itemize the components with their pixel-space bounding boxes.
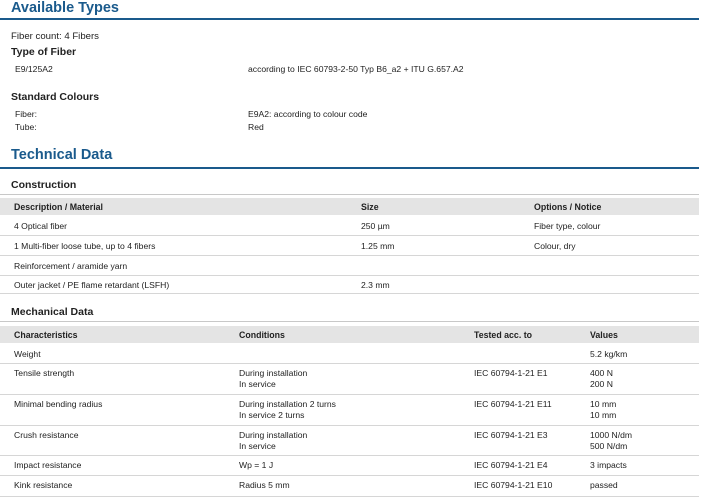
fiber-type-name: E9/125A2 — [15, 64, 53, 74]
tested-cell: IEC 60794-1-21 E10 — [474, 480, 553, 490]
characteristic-cell: Impact resistance — [14, 460, 82, 470]
construction-heading: Construction — [11, 179, 77, 191]
table-row: 4 Optical fiber 250 µm Fiber type, colou… — [0, 216, 699, 236]
table-row: Outer jacket / PE flame retardant (LSFH)… — [0, 276, 699, 294]
characteristic-cell: Tensile strength — [14, 368, 75, 378]
technical-data-title: Technical Data — [11, 147, 113, 163]
condition-cell: During installation — [239, 368, 308, 378]
column-header-characteristics: Characteristics — [14, 330, 78, 340]
value-cell: passed — [590, 480, 618, 490]
value-cell: 10 mm — [590, 410, 617, 420]
fiber-colour-label: Fiber: — [15, 109, 37, 119]
table-row: Tensile strength During installation In … — [0, 364, 699, 395]
value-cell: 10 mm — [590, 399, 617, 409]
condition-cell: In service — [239, 441, 276, 451]
type-of-fiber-heading: Type of Fiber — [11, 46, 77, 58]
tested-cell: IEC 60794-1-21 E4 — [474, 460, 548, 470]
column-header-description: Description / Material — [14, 202, 103, 212]
table-row: Kink resistance Radius 5 mm IEC 60794-1-… — [0, 476, 699, 497]
value-cell: 500 N/dm — [590, 441, 628, 451]
table-row: 1 Multi-fiber loose tube, up to 4 fibers… — [0, 236, 699, 256]
description-cell: Reinforcement / aramide yarn — [14, 261, 128, 271]
table-row: Minimal bending radius During installati… — [0, 395, 699, 426]
section-divider — [0, 18, 699, 20]
condition-cell: Wp = 1 J — [239, 460, 274, 470]
table-row: Crush resistance During installation In … — [0, 426, 699, 456]
available-types-section-title: Available Types — [0, 0, 699, 20]
characteristic-cell: Weight — [14, 349, 41, 359]
construction-table-header: Description / Material Size Options / No… — [0, 198, 699, 215]
condition-cell: Radius 5 mm — [239, 480, 290, 490]
condition-cell: During installation 2 turns — [239, 399, 336, 409]
characteristic-cell: Crush resistance — [14, 430, 79, 440]
section-divider — [0, 167, 699, 169]
table-row: Impact resistance Wp = 1 J IEC 60794-1-2… — [0, 456, 699, 476]
available-types-title: Available Types — [11, 0, 119, 16]
description-cell: Outer jacket / PE flame retardant (LSFH) — [14, 280, 170, 290]
options-cell: Fiber type, colour — [534, 221, 601, 231]
technical-data-section-title: Technical Data — [0, 147, 699, 169]
size-cell: 2.3 mm — [361, 280, 390, 290]
description-cell: 4 Optical fiber — [14, 221, 68, 231]
value-cell: 5.2 kg/km — [590, 349, 628, 359]
tube-colour-value: Red — [248, 122, 264, 132]
mechanical-table-header: Characteristics Conditions Tested acc. t… — [0, 326, 699, 343]
tested-cell: IEC 60794-1-21 E3 — [474, 430, 548, 440]
fiber-type-standard: according to IEC 60793-2-50 Typ B6_a2 + … — [248, 64, 464, 74]
column-header-options: Options / Notice — [534, 202, 602, 212]
table-row: Reinforcement / aramide yarn — [0, 256, 699, 276]
tested-cell: IEC 60794-1-21 E1 — [474, 368, 548, 378]
size-cell: 250 µm — [361, 221, 390, 231]
tube-colour-label: Tube: — [15, 122, 37, 132]
fiber-count: Fiber count: 4 Fibers — [11, 31, 99, 42]
fiber-colour-value: E9A2: according to colour code — [248, 109, 368, 119]
column-header-values: Values — [590, 330, 618, 340]
value-cell: 200 N — [590, 379, 613, 389]
condition-cell: In service 2 turns — [239, 410, 305, 420]
column-header-size: Size — [361, 202, 379, 212]
condition-cell: During installation — [239, 430, 308, 440]
divider — [0, 321, 699, 322]
divider — [0, 194, 699, 195]
table-row: Weight 5.2 kg/km — [0, 344, 699, 364]
size-cell: 1.25 mm — [361, 241, 395, 251]
column-header-tested: Tested acc. to — [474, 330, 533, 340]
standard-colours-heading: Standard Colours — [11, 91, 100, 103]
options-cell: Colour, dry — [534, 241, 576, 251]
value-cell: 400 N — [590, 368, 613, 378]
value-cell: 3 impacts — [590, 460, 627, 470]
value-cell: 1000 N/dm — [590, 430, 633, 440]
characteristic-cell: Minimal bending radius — [14, 399, 103, 409]
datasheet-page: Available Types Fiber count: 4 Fibers Ty… — [0, 0, 722, 503]
characteristic-cell: Kink resistance — [14, 480, 73, 490]
column-header-conditions: Conditions — [239, 330, 285, 340]
condition-cell: In service — [239, 379, 276, 389]
description-cell: 1 Multi-fiber loose tube, up to 4 fibers — [14, 241, 156, 251]
mechanical-data-heading: Mechanical Data — [11, 306, 94, 318]
tested-cell: IEC 60794-1-21 E11 — [474, 399, 552, 409]
